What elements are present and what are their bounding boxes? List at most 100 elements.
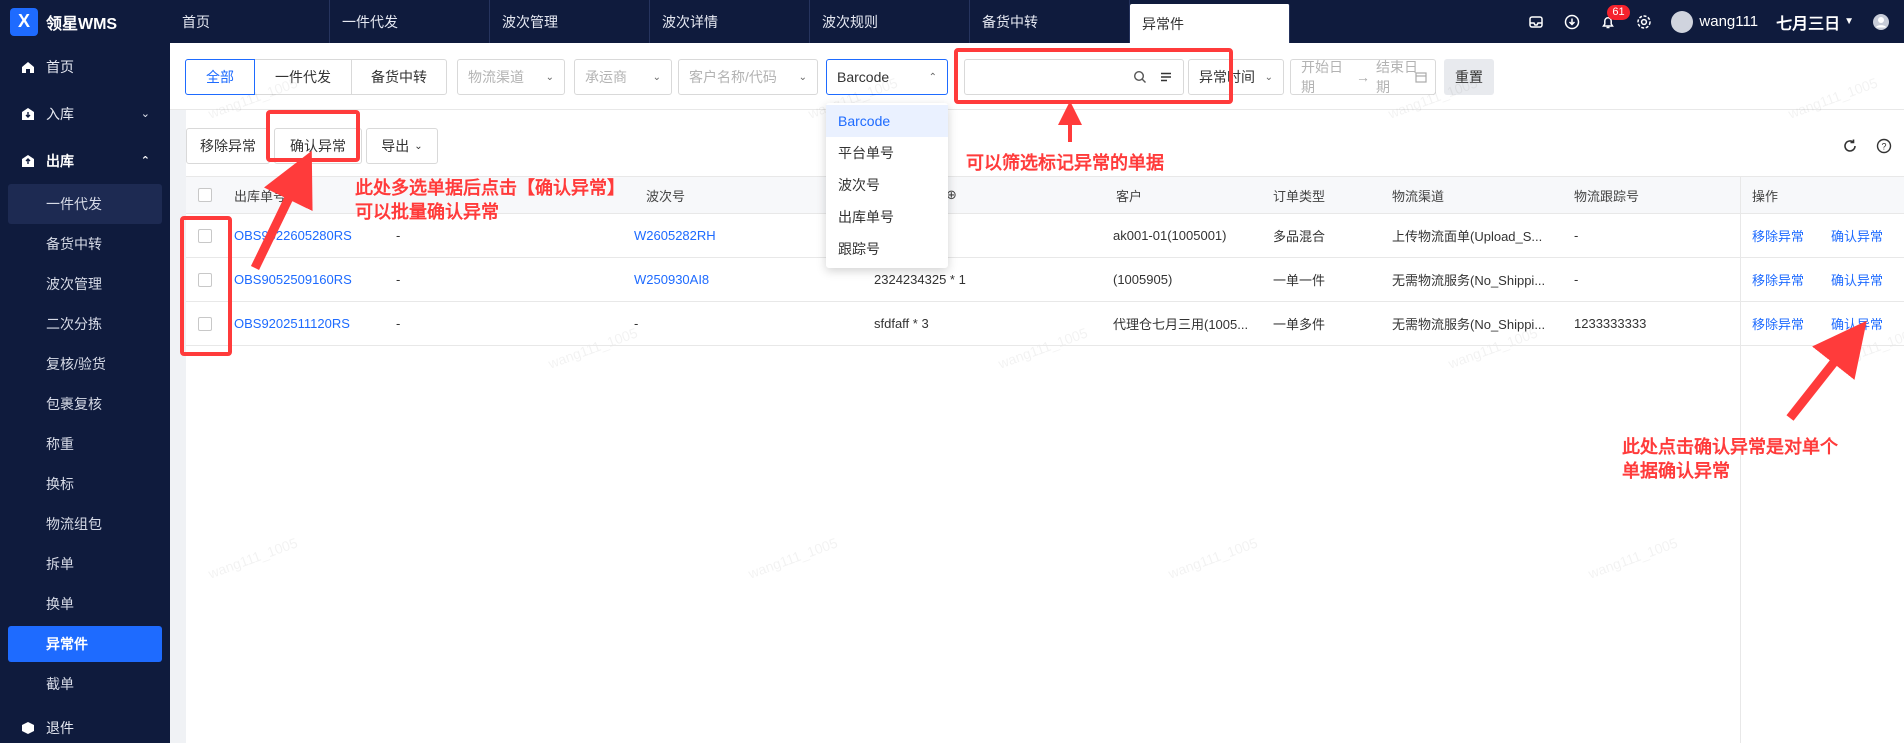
cell-customer: (1005905) [1113,272,1173,287]
home-icon [22,61,34,73]
top-bar: X 领星WMS 首页 一件代发 波次管理 波次详情 波次规则 备货中转 异常件 … [0,0,1904,43]
sidebar: 首页 入库 ⌄ 出库 ⌃ 一件代发 备货中转 波次管理 二次分拣 复核/验货 包… [0,43,170,743]
sidebar-sub-relabel[interactable]: 换标 [0,464,170,504]
chevron-down-icon: ⌄ [140,108,150,120]
app-logo[interactable]: X 领星WMS [0,0,170,43]
export-button[interactable]: 导出 ⌄ [366,128,438,164]
sidebar-sub-stock-transfer[interactable]: 备货中转 [0,224,170,264]
cell-channel: 无需物流服务(No_Shippi... [1392,273,1546,288]
tab-stock-transfer[interactable]: 备货中转 [970,0,1130,43]
sidebar-item-label: 入库 [46,105,74,122]
date-menu[interactable]: 七月三日 ▼ [1776,10,1854,34]
chevron-down-icon: ⌄ [798,71,807,83]
cell-customer: 代理仓七月三用(1005... [1113,317,1249,332]
cell-tracking: - [1574,272,1579,287]
annotation-batch-confirm: 此处多选单据后点击【确认异常】 可以批量确认异常 [355,176,625,224]
carrier-select[interactable]: 承运商 ⌄ [574,59,672,95]
channel-select[interactable]: 物流渠道 ⌄ [457,59,565,95]
sidebar-sub-wave-management[interactable]: 波次管理 [0,264,170,304]
highlight-search-box [954,48,1233,104]
user-menu[interactable]: wang111 [1671,10,1758,33]
date-range-picker[interactable]: 开始日期 → 结束日期 [1290,59,1436,95]
wave-no-link[interactable]: W2605282RH [634,214,716,257]
sidebar-sub-exceptions[interactable]: 异常件 [8,626,162,662]
carrier-placeholder: 承运商 [585,69,627,85]
customer-placeholder: 客户名称/代码 [689,69,777,85]
sidebar-sub-package-review[interactable]: 包裹复核 [0,384,170,424]
watermark: wang111_1005 [1586,534,1680,582]
logo-text: 领星WMS [46,15,118,33]
type-segment: 全部 一件代发 备货中转 [185,59,447,95]
download-icon[interactable] [1563,13,1581,31]
bell-icon[interactable]: 61 [1599,4,1630,31]
segment-stock-transfer[interactable]: 备货中转 [351,59,447,95]
tab-home[interactable]: 首页 [170,0,330,43]
inbox-icon[interactable] [1527,13,1545,31]
order-no-link[interactable]: OBS9052509160RS [234,258,352,301]
annotation-text: 单据确认异常 [1622,461,1730,481]
sidebar-item-label: 退件 [46,719,74,736]
export-label: 导出 [381,138,410,154]
sidebar-sub-intercept[interactable]: 截单 [0,664,170,704]
sidebar-item-inbound[interactable]: 入库 ⌄ [0,90,170,137]
calendar-icon [1415,72,1427,83]
tab-wave-detail[interactable]: 波次详情 [650,0,810,43]
tab-exceptions[interactable]: 异常件 [1130,4,1290,43]
dropdown-option-tracking-no[interactable]: 跟踪号 [826,233,948,265]
sidebar-sub-change-order[interactable]: 换单 [0,584,170,624]
annotation-text: 此处点击确认异常是对单个 [1622,437,1838,457]
help-icon[interactable]: ? [1876,138,1892,154]
tab-wave-management[interactable]: 波次管理 [490,0,650,43]
cell-channel: 上传物流面单(Upload_S... [1392,229,1543,244]
chevron-down-icon: ⌄ [545,71,554,83]
cell-product: sfdfaff * 3 [874,316,929,331]
inbound-icon [22,107,34,120]
table-row: OBS9052509160RS - W250930AI8 2324234325 … [186,258,1904,302]
sidebar-sub-dropship[interactable]: 一件代发 [8,184,162,224]
segment-all[interactable]: 全部 [185,59,255,95]
dropdown-option-order-no[interactable]: 出库单号 [826,201,948,233]
outbound-icon [22,154,34,167]
sidebar-item-outbound[interactable]: 出库 ⌃ [0,137,170,184]
annotation-single-confirm: 此处点击确认异常是对单个 单据确认异常 [1622,435,1838,483]
date-label: 七月三日 [1776,15,1841,33]
highlight-row-checkboxes [180,216,232,356]
sidebar-sub-logistics-pack[interactable]: 物流组包 [0,504,170,544]
header-wave-no: 波次号 [646,188,686,204]
order-no-link[interactable]: OBS9202511120RS [234,302,350,345]
wave-no-link[interactable]: W250930AI8 [634,258,709,301]
sidebar-item-returns[interactable]: 退件 [0,704,170,743]
top-right-tools: 61 wang111 七月三日 ▼ [1527,0,1904,43]
dropdown-option-platform-no[interactable]: 平台单号 [826,137,948,169]
sidebar-sub-review-inspect[interactable]: 复核/验货 [0,344,170,384]
sidebar-sub-weigh[interactable]: 称重 [0,424,170,464]
dropdown-option-wave-no[interactable]: 波次号 [826,169,948,201]
channel-placeholder: 物流渠道 [468,69,524,85]
caret-down-icon: ▼ [1844,16,1854,27]
header-customer: 客户 [1116,188,1143,204]
remove-exception-button[interactable]: 移除异常 [186,128,270,164]
chevron-up-icon: ⌃ [928,71,937,83]
gear-icon[interactable] [1635,13,1653,31]
refresh-icon[interactable] [1842,138,1858,154]
dropdown-option-barcode[interactable]: Barcode [826,105,948,137]
returns-icon [22,721,34,734]
sidebar-sub-secondary-sort[interactable]: 二次分拣 [0,304,170,344]
cell-channel: 无需物流服务(No_Shippi... [1392,317,1546,332]
tab-wave-rules[interactable]: 波次规则 [810,0,970,43]
order-no-link[interactable]: OBS9022605280RS [234,214,352,257]
select-all-checkbox[interactable] [198,188,212,202]
watermark: wang111_1005 [206,534,300,582]
cell-tracking: - [1574,228,1579,243]
cell-col2: - [396,316,401,331]
customer-select[interactable]: 客户名称/代码 ⌄ [678,59,818,95]
cell-tracking: 1233333333 [1574,316,1647,331]
chevron-up-icon: ⌃ [140,155,150,167]
sidebar-item-home[interactable]: 首页 [0,43,170,90]
tab-dropship[interactable]: 一件代发 [330,0,490,43]
sidebar-sub-split-order[interactable]: 拆单 [0,544,170,584]
logo-icon: X [10,7,38,36]
user-circle-icon[interactable] [1872,13,1890,31]
svg-text:?: ? [1881,142,1886,152]
cell-order-type: 多品混合 [1273,229,1326,244]
